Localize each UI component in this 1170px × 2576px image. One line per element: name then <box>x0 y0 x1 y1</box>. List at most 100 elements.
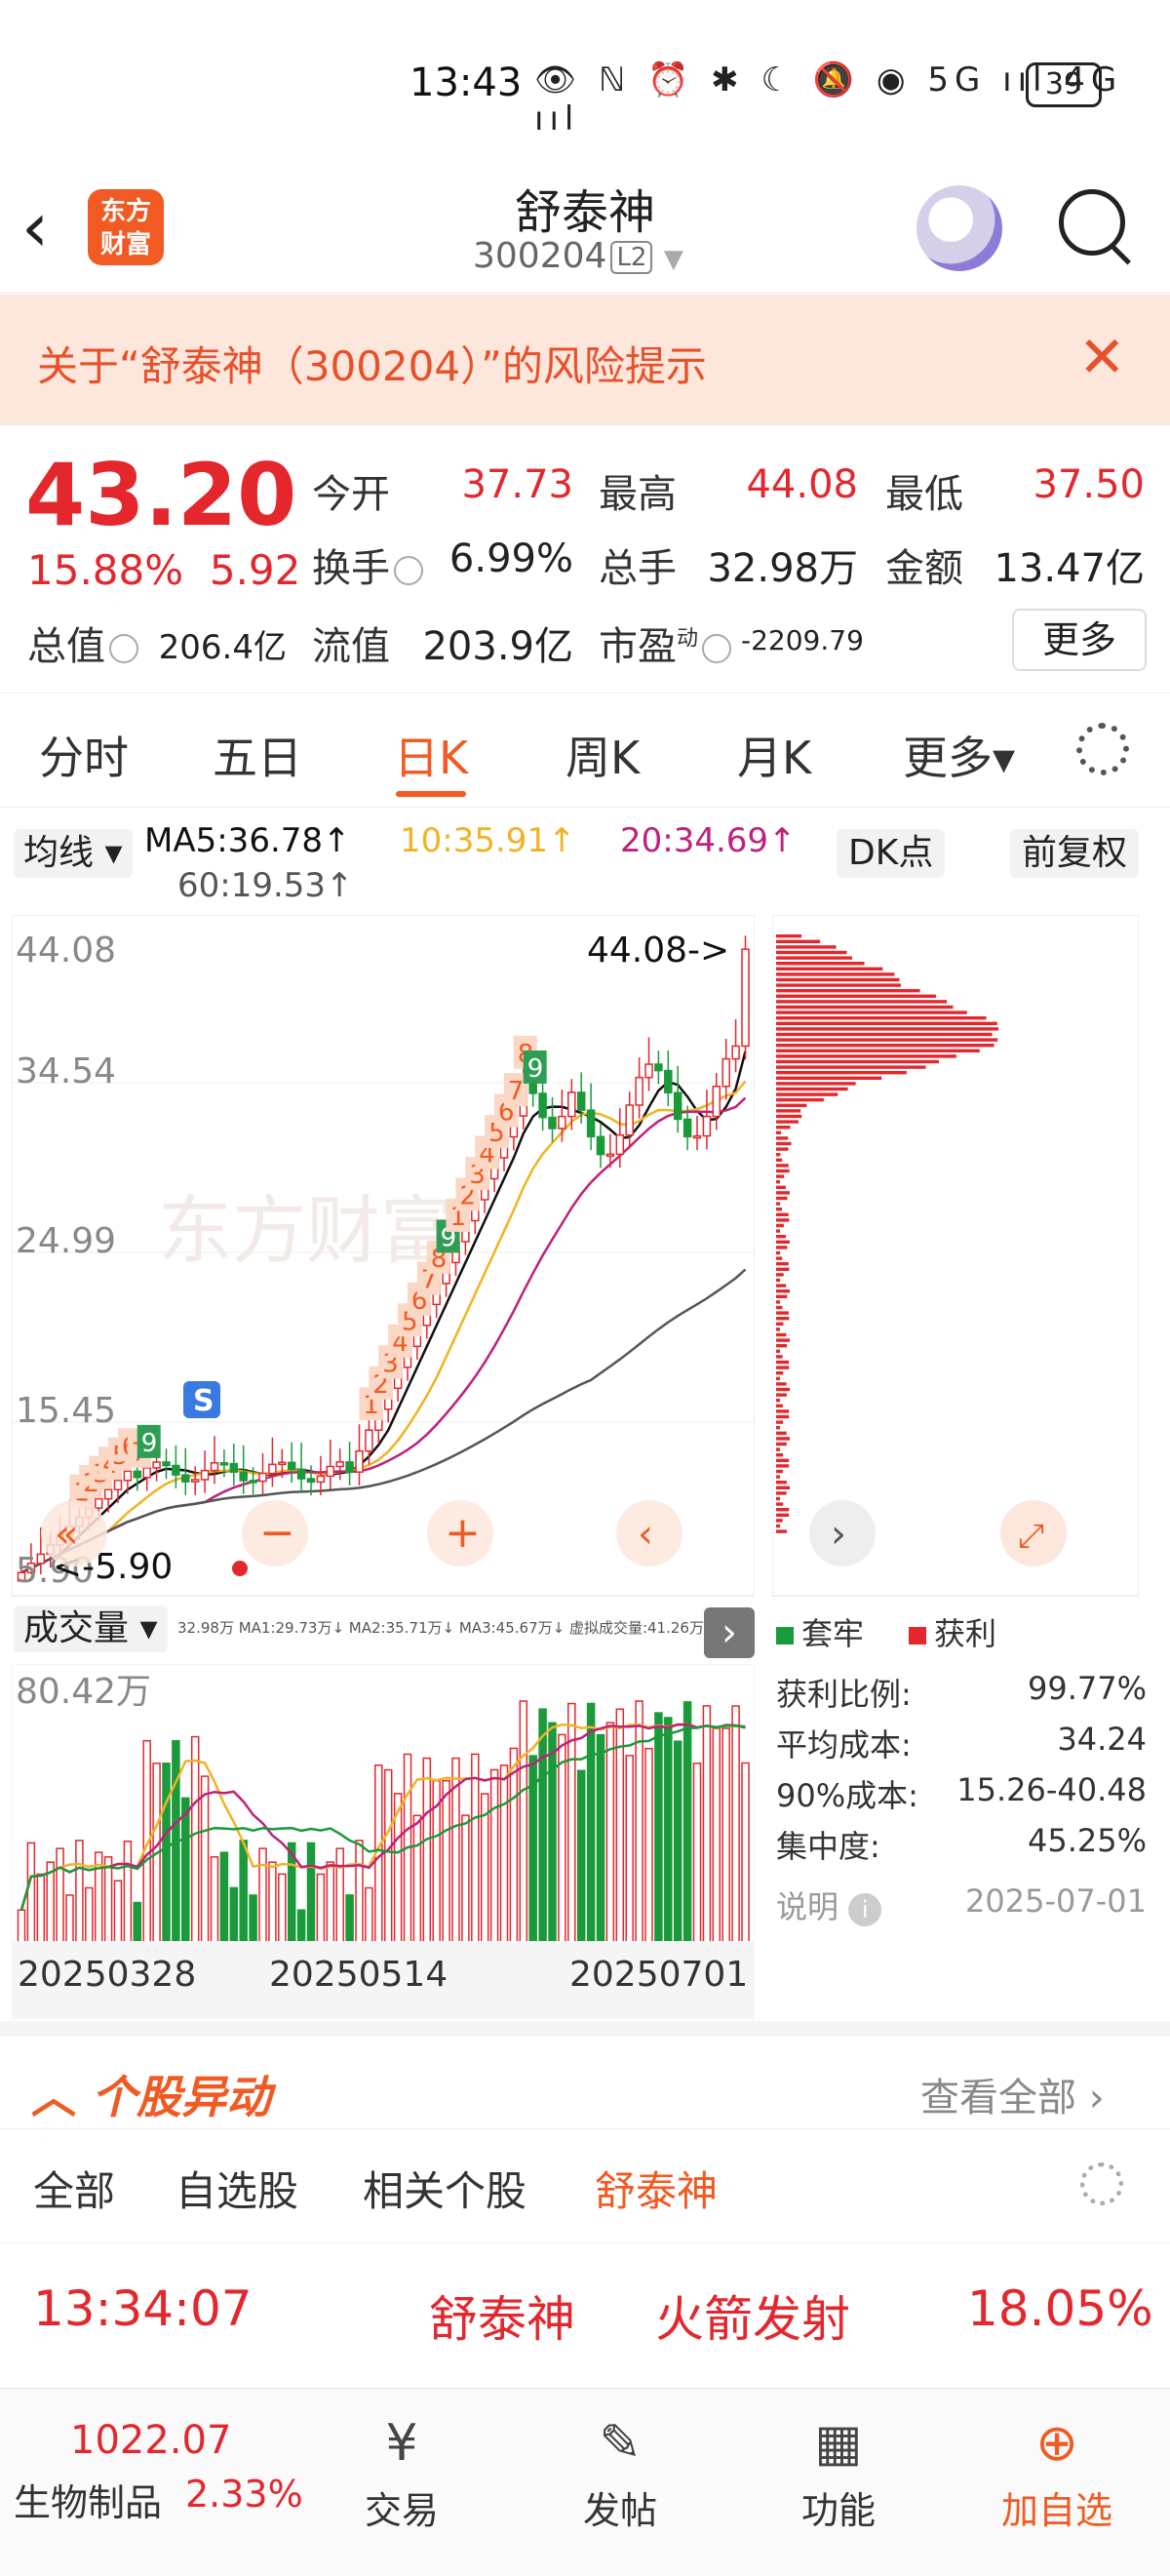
volume-bar <box>306 1842 316 1946</box>
volume-bar <box>654 1712 663 1946</box>
filter-current-stock[interactable]: 舒泰神 <box>595 2159 718 2218</box>
view-all-link[interactable]: 查看全部 › <box>920 2066 1105 2122</box>
stock-code: 300204 <box>473 236 607 276</box>
ma-legend-row: 均线 ▾ MA5:36.78↑ 10:35.91↑ 20:34.69↑ 60:1… <box>0 817 1170 915</box>
volume-bar <box>548 1722 557 1946</box>
volume-bar <box>558 1733 566 1946</box>
chip-bar <box>776 1420 784 1424</box>
profit-ratio-row: 获利比例: 99.77% <box>776 1670 1147 1713</box>
filter-watchlist[interactable]: 自选股 <box>176 2159 298 2218</box>
open-value: 37.73 <box>461 462 573 507</box>
next-icon-glyph: › <box>831 1512 846 1557</box>
candle-body <box>249 1480 257 1484</box>
chip-bar <box>776 983 901 987</box>
anomaly-title[interactable]: ︿ 个股异动 <box>31 2062 271 2126</box>
volume-bar <box>190 1735 200 1946</box>
close-icon[interactable]: ✕ <box>1078 324 1126 390</box>
more-button[interactable]: 更多 <box>1012 609 1147 671</box>
low-label: 最低 <box>885 472 963 517</box>
volume-bar <box>509 1747 519 1946</box>
edit-icon: ✎ <box>599 2414 642 2473</box>
chip-bar <box>776 1011 967 1014</box>
prev-icon-glyph: ‹ <box>638 1512 653 1557</box>
chip-bar <box>776 1366 790 1369</box>
tab-monthly-k[interactable]: 月K <box>737 723 811 787</box>
y-label-3: 24.99 <box>16 1221 116 1261</box>
tab-weekly-k[interactable]: 周K <box>566 723 640 787</box>
candle-body <box>258 1472 267 1483</box>
volume-bar <box>113 1880 123 1946</box>
volume-bar <box>731 1705 740 1946</box>
y-label-2: 34.54 <box>16 1051 116 1091</box>
volume-selector[interactable]: 成交量 ▾ <box>14 1605 168 1652</box>
candle-body <box>644 1063 653 1079</box>
filter-related[interactable]: 相关个股 <box>363 2159 526 2218</box>
chip-bar <box>776 956 852 960</box>
info-icon[interactable] <box>702 634 732 663</box>
chip-bar <box>776 1322 784 1326</box>
candle-body <box>239 1471 248 1482</box>
adjust-button[interactable]: 前复权 <box>1010 829 1140 878</box>
td-mark: 7 <box>508 1077 525 1106</box>
volume-bar <box>644 1747 653 1946</box>
functions-button[interactable]: ▦ 功能 <box>741 2389 936 2534</box>
anomaly-list-item[interactable]: 13:34:07 舒泰神 火箭发射 18.05% <box>0 2241 1170 2388</box>
candle-body <box>181 1474 190 1483</box>
volume-bar <box>75 1840 84 1946</box>
tab-minute[interactable]: 分时 <box>39 723 129 787</box>
dk-point-button[interactable]: DK点 <box>837 829 946 878</box>
risk-warning-banner[interactable]: 关于“舒泰神（300204）”的风险提示 ✕ <box>0 295 1170 425</box>
candle-body <box>635 1076 644 1106</box>
collapse-panel-icon[interactable]: › <box>704 1607 755 1658</box>
chip-bar <box>776 950 847 955</box>
tab-five-day[interactable]: 五日 <box>213 723 302 787</box>
volume-bar <box>673 1740 682 1946</box>
volume-bar <box>682 1701 692 1946</box>
trade-button[interactable]: ¥ 交易 <box>304 2389 499 2534</box>
tab-more[interactable]: 更多▾ <box>903 723 1015 787</box>
ma-selector[interactable]: 均线 ▾ <box>14 829 133 878</box>
gear-icon[interactable] <box>1076 723 1129 775</box>
risk-warning-text[interactable]: 关于“舒泰神（300204）”的风险提示 <box>37 334 707 393</box>
info-icon[interactable] <box>109 634 138 663</box>
chevron-right-icon: › <box>1088 2076 1105 2120</box>
robot-assistant-avatar[interactable] <box>916 185 1002 271</box>
stock-code-selector[interactable]: 300204 L2 ▼ <box>473 236 683 276</box>
volume-bar <box>586 1702 596 1946</box>
candlestick-chart[interactable]: 东方财富 12345679123456789123456789 44.08 34… <box>12 915 755 1598</box>
chip-bar <box>776 1208 782 1211</box>
candle-body <box>133 1470 142 1479</box>
candle-body <box>200 1469 210 1481</box>
sector-index[interactable]: 1022.07 生物制品 2.33% <box>10 2389 303 2574</box>
chip-bar <box>776 1502 784 1506</box>
watermark: 东方财富 <box>158 1187 454 1274</box>
change-percent: 15.88% <box>27 546 184 594</box>
chip-bar <box>776 1349 780 1353</box>
chevron-down-icon: ▼ <box>663 245 683 274</box>
add-circle-icon: ⊕ <box>1035 2414 1078 2473</box>
tab-daily-k[interactable]: 日K <box>394 723 468 787</box>
candle-body <box>287 1461 296 1471</box>
chip-bar <box>776 1311 789 1315</box>
volume-bar <box>278 1873 287 1946</box>
chip-bar <box>776 1114 802 1119</box>
search-icon[interactable] <box>1059 189 1125 256</box>
filter-all[interactable]: 全部 <box>33 2159 115 2218</box>
period-tabs: 分时 五日 日K 周K 月K 更多▾ <box>0 693 1170 808</box>
chip-bar <box>776 1032 993 1037</box>
gear-icon[interactable] <box>1080 2162 1123 2205</box>
chip-bar <box>776 1453 784 1457</box>
chip-bar <box>776 1212 789 1216</box>
post-button[interactable]: ✎ 发帖 <box>523 2389 718 2534</box>
chip-bar <box>776 1087 848 1091</box>
candle-body <box>229 1462 239 1474</box>
chip-bar <box>776 1153 781 1157</box>
chip-bar <box>776 1458 790 1462</box>
note-row[interactable]: 说明 i 2025-07-01 <box>776 1882 1147 1927</box>
chip-bar <box>776 1250 780 1255</box>
volume-bar <box>17 1909 26 1946</box>
add-watchlist-button[interactable]: ⊕ 加自选 <box>959 2389 1154 2534</box>
volume-bar <box>442 1779 450 1946</box>
low-value: 37.50 <box>1033 462 1145 507</box>
anomaly-percent: 18.05% <box>967 2280 1153 2337</box>
